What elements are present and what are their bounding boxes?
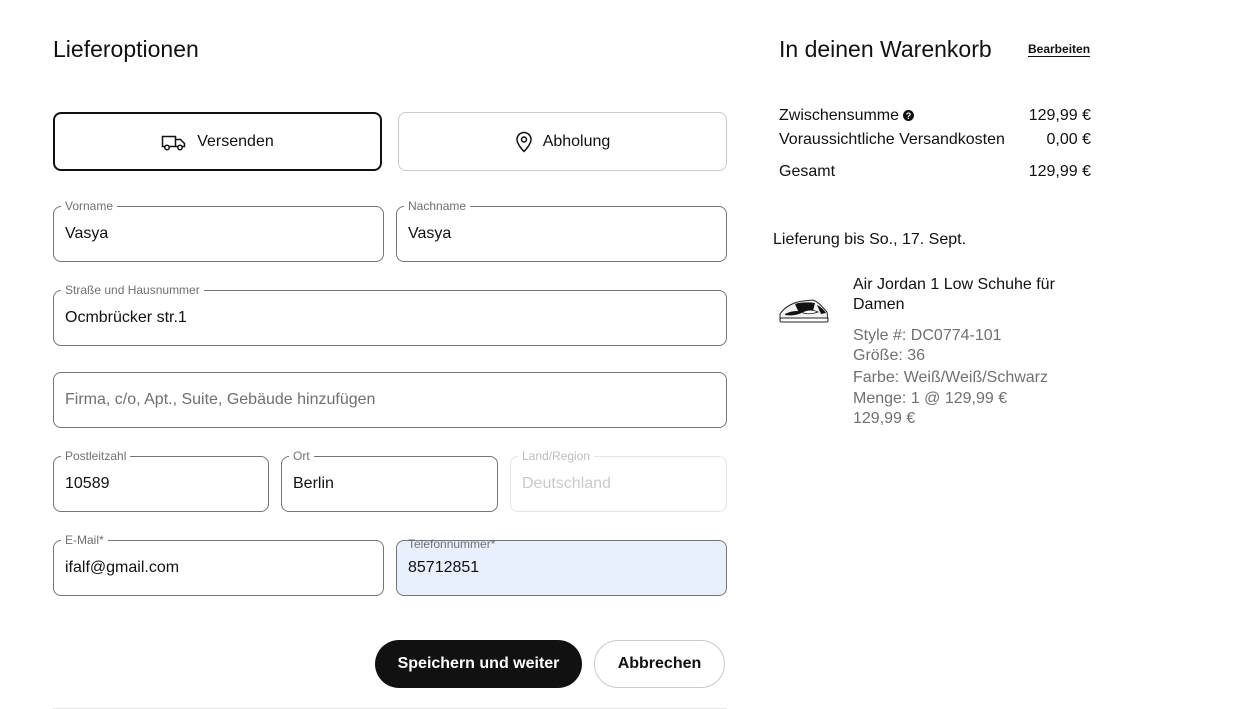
country-field: Land/Region Deutschland — [510, 449, 727, 512]
email-field[interactable]: E-Mail* ifalf@gmail.com — [53, 533, 384, 596]
total-label: Gesamt — [779, 163, 836, 180]
truck-icon — [161, 133, 187, 151]
ship-option-label: Versenden — [197, 132, 274, 150]
delivery-options-title: Lieferoptionen — [53, 36, 199, 62]
subtotal-label: Zwischensumme — [779, 107, 900, 124]
product-color: Farbe: Weiß/Weiß/Schwarz — [853, 369, 1049, 386]
ship-option-button[interactable]: Versenden — [53, 112, 382, 171]
product-image — [777, 290, 831, 330]
cancel-button[interactable]: Abbrechen — [594, 640, 725, 688]
last-name-field[interactable]: Nachname Vasya — [396, 199, 727, 262]
total-row: Gesamt 129,99 € — [779, 163, 1091, 181]
address-line2-placeholder: Firma, c/o, Apt., Suite, Gebäude hinzufü… — [65, 391, 376, 408]
product-size: Größe: 36 — [853, 347, 926, 364]
cart-title: In deinen Warenkorb — [779, 36, 992, 62]
postal-code-field[interactable]: Postleitzahl 10589 — [53, 449, 269, 512]
pickup-option-label: Abholung — [542, 132, 611, 150]
shipping-label: Voraussichtliche Versandkosten — [779, 131, 1005, 148]
help-icon[interactable]: ? — [903, 110, 915, 122]
city-field[interactable]: Ort Berlin — [281, 449, 498, 512]
pickup-option-button[interactable]: Abholung — [398, 112, 727, 171]
email-value: ifalf@gmail.com — [65, 559, 180, 576]
city-value: Berlin — [293, 475, 334, 492]
delivery-date: Lieferung bis So., 17. Sept. — [773, 231, 967, 248]
subtotal-value: 129,99 € — [1028, 107, 1091, 124]
total-value: 129,99 € — [1028, 163, 1091, 180]
first-name-field[interactable]: Vorname Vasya — [53, 199, 384, 262]
postal-code-value: 10589 — [65, 475, 110, 492]
shipping-value: 0,00 € — [1046, 131, 1091, 148]
location-pin-icon — [515, 131, 533, 153]
address-line2-field[interactable]: Firma, c/o, Apt., Suite, Gebäude hinzufü… — [53, 372, 727, 428]
save-and-continue-button[interactable]: Speichern und weiter — [375, 640, 582, 688]
product-style: Style #: DC0774-101 — [853, 327, 1002, 344]
subtotal-row: Zwischensumme? 129,99 € — [779, 107, 1091, 125]
edit-cart-link[interactable]: Bearbeiten — [1028, 42, 1090, 56]
product-name: Air Jordan 1 Low Schuhe für Damen — [853, 276, 1055, 313]
phone-value: 85712851 — [408, 559, 480, 576]
phone-field[interactable]: Telefonnummer* 85712851 — [396, 537, 727, 596]
last-name-value: Vasya — [408, 225, 452, 242]
product-price: 129,99 € — [853, 410, 916, 427]
first-name-value: Vasya — [65, 225, 109, 242]
shipping-row: Voraussichtliche Versandkosten 0,00 € — [779, 131, 1091, 149]
street-value: Ocmbrücker str.1 — [65, 309, 187, 326]
product-quantity: Menge: 1 @ 129,99 € — [853, 390, 1008, 407]
country-value: Deutschland — [522, 475, 611, 492]
street-field[interactable]: Straße und Hausnummer Ocmbrücker str.1 — [53, 283, 727, 346]
